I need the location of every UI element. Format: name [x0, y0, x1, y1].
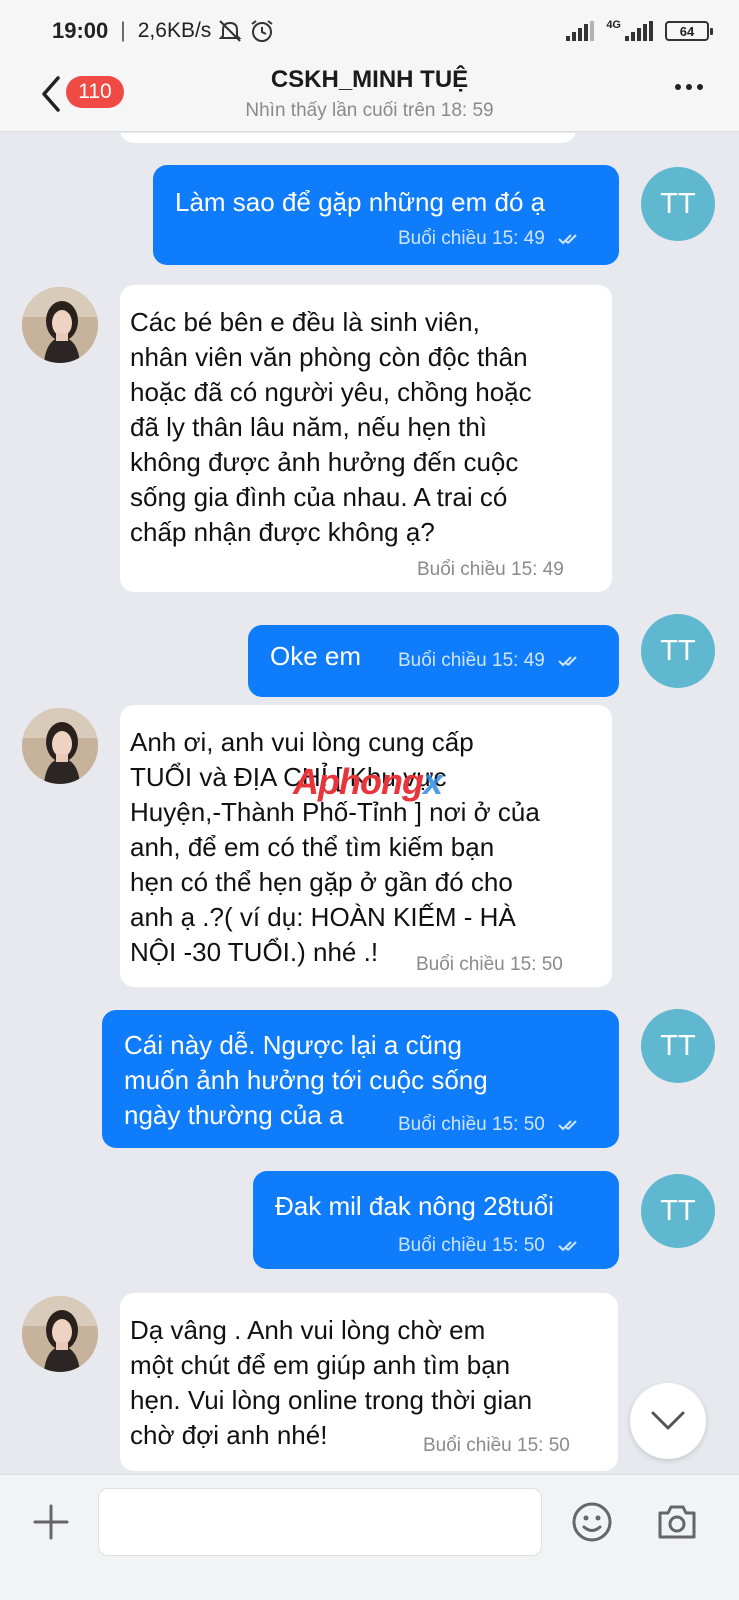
- camera-button[interactable]: [656, 1503, 698, 1541]
- chat-area[interactable]: Làm sao để gặp những em đó ạ Buổi chiều …: [0, 133, 739, 1505]
- alarm-icon: [251, 20, 273, 42]
- network-label: 4G: [606, 19, 621, 31]
- message-input[interactable]: [98, 1488, 542, 1556]
- double-check-icon: [558, 1241, 577, 1252]
- message-text: Anh ơi, anh vui lòng cung cấp TUỔI và ĐỊ…: [130, 727, 540, 967]
- profile-photo: [22, 708, 98, 784]
- signal-icon-2: [625, 21, 653, 41]
- battery-level: 64: [679, 23, 695, 39]
- message-text: Oke em: [270, 641, 362, 671]
- avatar[interactable]: TT: [641, 1174, 715, 1248]
- message-time: Buổi chiều 15: 50: [398, 1114, 584, 1136]
- plus-icon: [33, 1504, 69, 1540]
- avatar[interactable]: TT: [641, 1009, 715, 1083]
- chat-header: 110 CSKH_MINH TUỆ Nhìn thấy lần cuối trê…: [0, 62, 739, 132]
- message-time: Buổi chiều 15: 49: [417, 559, 564, 580]
- message-bubble-outgoing[interactable]: Đak mil đak nông 28tuổi Buổi chiều 15: 5…: [253, 1171, 619, 1269]
- status-time: 19:00: [52, 18, 109, 43]
- status-bar: 19:00 | 2,6KB/s 4G 64: [0, 0, 739, 62]
- attach-button[interactable]: [31, 1502, 71, 1542]
- message-text: Các bé bên e đều là sinh viên, nhân viên…: [130, 307, 532, 547]
- composer-bar: [0, 1474, 739, 1600]
- chat-title: CSKH_MINH TUỆ: [270, 66, 469, 93]
- status-separator: |: [120, 19, 126, 42]
- message-bubble-incoming[interactable]: Các bé bên e đều là sinh viên, nhân viên…: [120, 285, 612, 592]
- dot-icon: [686, 84, 692, 90]
- avatar[interactable]: TT: [641, 614, 715, 688]
- smiley-icon: [572, 1502, 612, 1542]
- net-speed: 2,6KB/s: [137, 19, 212, 42]
- message-time: Buổi chiều 15: 49: [398, 650, 584, 672]
- message-time: Buổi chiều 15: 50: [423, 1435, 570, 1456]
- signal-icon: [566, 21, 595, 41]
- message-text: Làm sao để gặp những em đó ạ: [175, 187, 546, 217]
- avatar[interactable]: [22, 1296, 98, 1372]
- double-check-icon: [558, 1120, 577, 1131]
- mute-bell-icon: [218, 20, 242, 42]
- double-check-icon: [558, 234, 577, 245]
- message-bubble-partial: [120, 133, 576, 143]
- scroll-to-bottom-button[interactable]: [630, 1383, 706, 1459]
- message-text: Đak mil đak nông 28tuổi: [275, 1191, 554, 1221]
- message-bubble-outgoing[interactable]: Oke em Buổi chiều 15: 49: [248, 625, 619, 697]
- avatar[interactable]: TT: [641, 167, 715, 241]
- double-check-icon: [558, 656, 577, 667]
- more-options-button[interactable]: [675, 84, 703, 90]
- message-bubble-outgoing[interactable]: Cái này dễ. Ngược lại a cũng muốn ảnh hư…: [102, 1010, 619, 1148]
- profile-photo: [22, 1296, 98, 1372]
- profile-photo: [22, 287, 98, 363]
- message-time: Buổi chiều 15: 49: [398, 228, 584, 250]
- message-text: Dạ vâng . Anh vui lòng chờ em một chút đ…: [130, 1315, 533, 1450]
- last-seen-status: Nhìn thấy lần cuối trên 18: 59: [245, 100, 494, 121]
- dot-icon: [697, 84, 703, 90]
- message-bubble-incoming[interactable]: Anh ơi, anh vui lòng cung cấp TUỔI và ĐỊ…: [120, 705, 612, 987]
- message-bubble-outgoing[interactable]: Làm sao để gặp những em đó ạ Buổi chiều …: [153, 165, 619, 265]
- message-bubble-incoming[interactable]: Dạ vâng . Anh vui lòng chờ em một chút đ…: [120, 1293, 618, 1471]
- camera-icon: [658, 1505, 696, 1539]
- avatar[interactable]: [22, 287, 98, 363]
- dot-icon: [675, 84, 681, 90]
- battery-icon: 64: [665, 21, 713, 41]
- emoji-button[interactable]: [571, 1501, 613, 1543]
- avatar[interactable]: [22, 708, 98, 784]
- message-time: Buổi chiều 15: 50: [416, 954, 563, 975]
- chevron-down-icon: [651, 1411, 685, 1430]
- message-time: Buổi chiều 15: 50: [398, 1235, 584, 1257]
